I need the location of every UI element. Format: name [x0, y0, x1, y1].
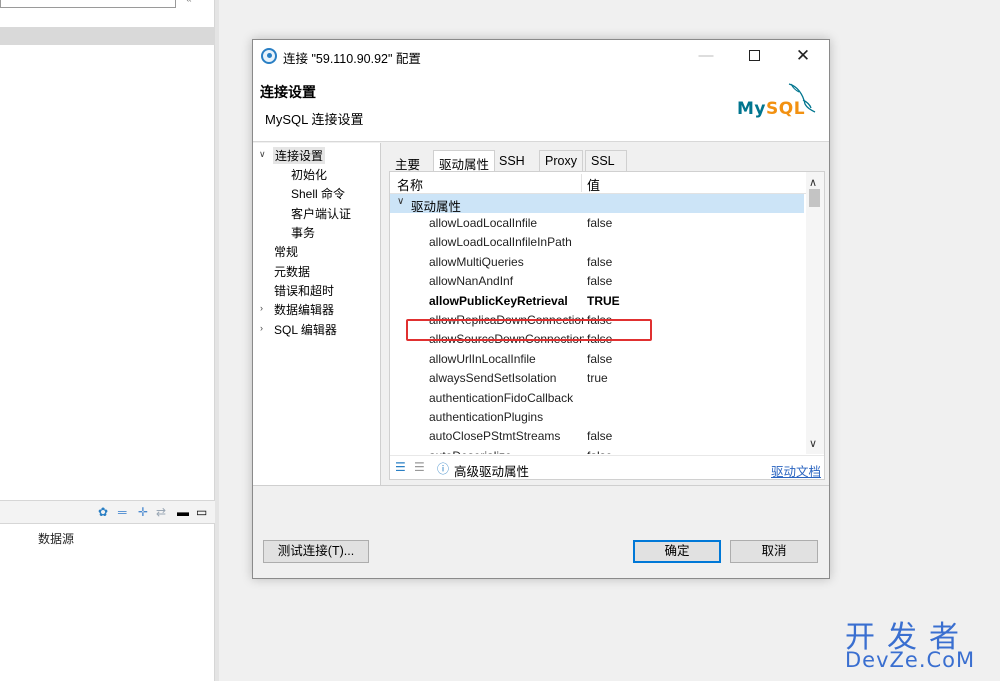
- page-subtitle: MySQL 连接设置: [265, 112, 364, 127]
- property-value[interactable]: false: [587, 429, 612, 443]
- property-name: allowLoadLocalInfile: [429, 216, 538, 230]
- property-name: allowLoadLocalInfileInPath: [429, 235, 572, 250]
- maximize-icon[interactable]: ▭: [196, 505, 207, 519]
- property-name: authenticationFidoCallback: [429, 390, 574, 405]
- expand-arrow-icon[interactable]: ›: [260, 323, 263, 333]
- tab-ssh[interactable]: SSH: [493, 150, 531, 171]
- property-name: authenticationPlugins: [429, 410, 544, 424]
- nav-item-errors[interactable]: 错误和超时: [274, 282, 334, 299]
- property-toolbar: ☰ ☰ ⓘ 高级驱动属性 驱动文档: [390, 455, 824, 479]
- grid-header: 名称 值: [390, 172, 806, 194]
- property-name: autoClosePStmtStreams: [429, 429, 561, 444]
- property-row[interactable]: authenticationPlugins: [390, 407, 804, 426]
- selected-row[interactable]: [0, 27, 215, 45]
- vertical-scrollbar[interactable]: ∧ ∨: [806, 172, 824, 454]
- column-divider[interactable]: [581, 174, 582, 192]
- property-name: allowUrlInLocalInfile: [429, 351, 536, 366]
- add-icon[interactable]: ✛: [138, 505, 148, 519]
- property-value[interactable]: false: [587, 352, 612, 366]
- property-name: allowMultiQueries: [429, 254, 524, 269]
- advanced-properties-label: 高级驱动属性: [454, 465, 530, 479]
- maximize-icon: [748, 49, 760, 61]
- property-row-highlighted[interactable]: allowPublicKeyRetrieval TRUE: [390, 291, 804, 310]
- nav-item-transactions[interactable]: 事务: [291, 224, 315, 241]
- nav-item-shell[interactable]: Shell 命令: [291, 185, 345, 202]
- property-name: autoDeserialize: [429, 449, 584, 454]
- nav-item-init[interactable]: 初始化: [291, 166, 327, 183]
- page-title: 连接设置: [260, 84, 316, 100]
- property-value[interactable]: false: [587, 216, 612, 230]
- info-icon: ⓘ: [437, 462, 450, 476]
- settings-nav-tree: ∨ 连接设置 初始化 Shell 命令 客户端认证 事务 常规 元数据 错误和超…: [253, 143, 381, 485]
- column-value-header[interactable]: 值: [587, 175, 600, 194]
- property-row[interactable]: authenticationFidoCallback: [390, 388, 804, 407]
- column-name-header[interactable]: 名称: [397, 175, 423, 194]
- nav-item-sql-editor[interactable]: SQL 编辑器: [274, 321, 337, 338]
- title-bar[interactable]: 连接 "59.110.90.92" 配置 — ✕: [253, 40, 829, 72]
- group-row-driver-properties[interactable]: ∨ 驱动属性: [390, 194, 804, 214]
- tab-main[interactable]: 主要: [389, 150, 426, 172]
- tab-ssl[interactable]: SSL: [585, 150, 627, 171]
- nav-item-data-editor[interactable]: 数据编辑器: [274, 301, 334, 318]
- nav-item-connection-settings[interactable]: 连接设置: [273, 147, 326, 164]
- tab-proxy[interactable]: Proxy: [539, 150, 583, 171]
- property-row[interactable]: allowNanAndInf false: [390, 271, 804, 290]
- ok-button[interactable]: 确定: [633, 540, 721, 563]
- dialog-header: 连接设置 MySQL 连接设置 MySQL: [253, 72, 829, 142]
- link-icon[interactable]: ⇄: [156, 505, 166, 519]
- test-connection-button[interactable]: 测试连接(T)...: [263, 540, 369, 563]
- chevron-icon[interactable]: «: [186, 0, 192, 5]
- divider: [253, 485, 829, 486]
- property-row[interactable]: allowLoadLocalInfile false: [390, 213, 804, 232]
- scroll-up-icon[interactable]: ∧: [809, 176, 817, 189]
- collapse-all-icon[interactable]: ☰: [414, 460, 425, 474]
- cancel-button[interactable]: 取消: [730, 540, 818, 563]
- watermark-domain: DevZe.CoM: [845, 648, 976, 672]
- property-name: allowPublicKeyRetrieval: [429, 293, 568, 308]
- panel-header: ✿ ═ ✛ ⇄ ▬ ▭: [0, 500, 215, 524]
- dialog-title: 连接 "59.110.90.92" 配置: [283, 52, 421, 66]
- filter-input[interactable]: [0, 0, 176, 8]
- scroll-down-icon[interactable]: ∨: [809, 437, 817, 450]
- app-icon: [261, 48, 277, 64]
- tab-driver-properties[interactable]: 驱动属性: [433, 150, 496, 172]
- nav-item-client-auth[interactable]: 客户端认证: [291, 205, 351, 222]
- driver-properties-panel: 名称 值 ∨ 驱动属性 allowLoadLocalInfile false al…: [389, 171, 825, 480]
- property-value[interactable]: false: [587, 255, 612, 269]
- close-button[interactable]: ✕: [780, 40, 826, 72]
- splitter[interactable]: [215, 0, 219, 681]
- maximize-button[interactable]: [731, 40, 777, 72]
- expand-all-icon[interactable]: ☰: [395, 460, 406, 474]
- highlight-box: [406, 319, 652, 341]
- connection-config-dialog: 连接 "59.110.90.92" 配置 — ✕ 连接设置 MySQL 连接设置…: [252, 39, 830, 579]
- expand-arrow-icon[interactable]: ∨: [259, 149, 266, 160]
- minimize-icon[interactable]: ▬: [177, 505, 189, 519]
- property-row[interactable]: autoDeserializefalse: [390, 446, 804, 454]
- gear-icon[interactable]: ✿: [98, 505, 108, 519]
- column-header-datasource: 数据源: [38, 532, 75, 546]
- property-row[interactable]: alwaysSendSetIsolation true: [390, 368, 804, 387]
- driver-docs-link[interactable]: 驱动文档: [771, 461, 821, 480]
- property-name: alwaysSendSetIsolation: [429, 371, 557, 386]
- property-name: allowNanAndInf: [429, 274, 514, 289]
- mysql-wordmark: MySQL: [737, 99, 806, 119]
- property-row[interactable]: allowUrlInLocalInfile false: [390, 349, 804, 368]
- mysql-logo: MySQL: [737, 78, 825, 128]
- property-value[interactable]: true: [587, 371, 608, 385]
- minimize-button[interactable]: —: [683, 40, 729, 72]
- chevron-down-icon[interactable]: ∨: [397, 196, 404, 207]
- property-value[interactable]: false: [587, 274, 612, 288]
- navigator-panel: « ✿ ═ ✛ ⇄ ▬ ▭ 数据源: [0, 0, 215, 681]
- property-value[interactable]: false: [587, 449, 612, 454]
- property-row[interactable]: allowMultiQueries false: [390, 252, 804, 271]
- nav-item-general[interactable]: 常规: [274, 243, 298, 260]
- scroll-thumb[interactable]: [809, 189, 820, 207]
- expand-arrow-icon[interactable]: ›: [260, 303, 263, 313]
- property-row[interactable]: allowLoadLocalInfileInPath: [390, 232, 804, 251]
- collapse-icon[interactable]: ═: [118, 505, 127, 519]
- nav-item-metadata[interactable]: 元数据: [274, 263, 310, 280]
- property-row[interactable]: autoClosePStmtStreams false: [390, 426, 804, 445]
- property-value[interactable]: TRUE: [587, 294, 620, 308]
